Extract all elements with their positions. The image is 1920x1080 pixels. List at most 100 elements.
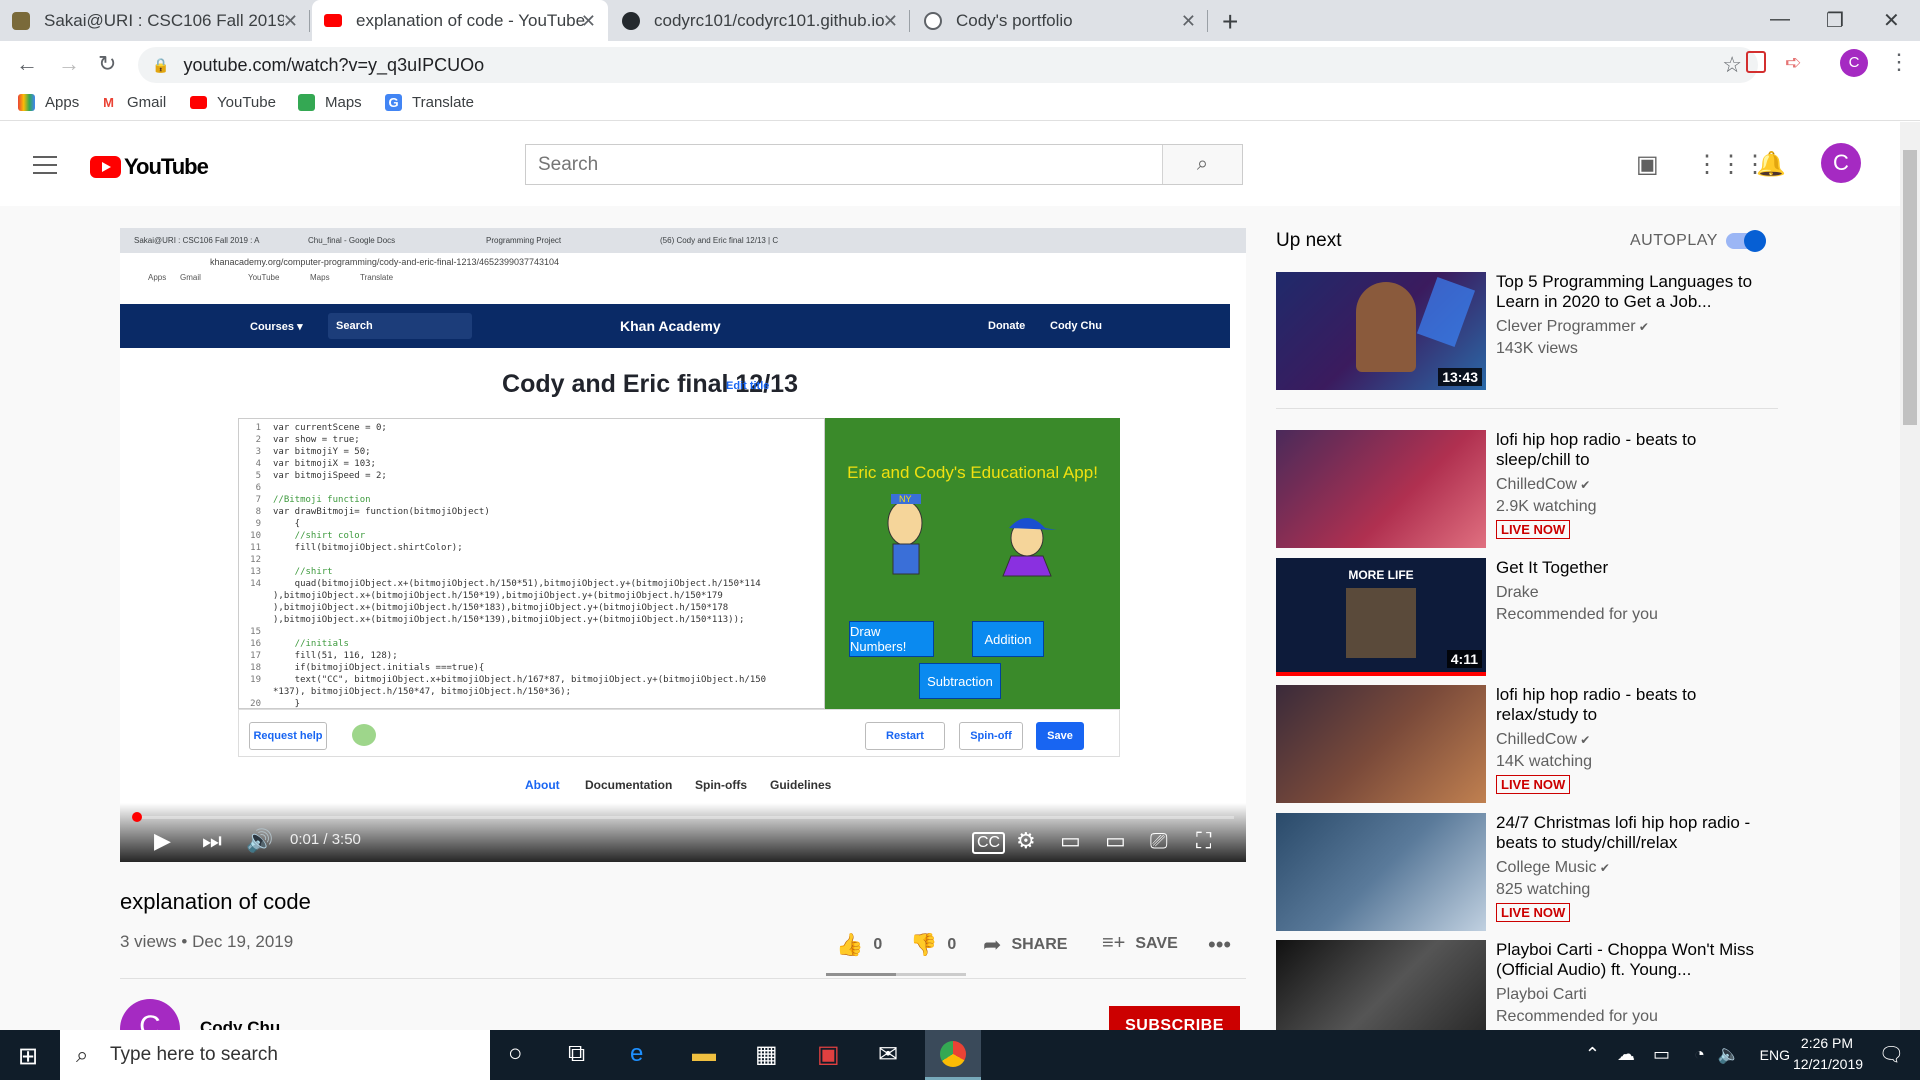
forward-icon[interactable]: → xyxy=(58,51,80,77)
tab-github[interactable]: codyrc101/codyrc101.github.io ✕ xyxy=(610,0,910,41)
dislike-button[interactable]: 👎 0 xyxy=(910,932,956,958)
pocket-extension-icon[interactable] xyxy=(1746,51,1766,73)
youtube-logo[interactable]: YouTube xyxy=(90,154,209,180)
more-actions-icon[interactable]: ••• xyxy=(1208,932,1231,958)
close-tab-icon[interactable]: ✕ xyxy=(283,11,298,32)
bookmark-apps[interactable]: Apps xyxy=(18,94,79,111)
action-center-icon[interactable]: 🗨 xyxy=(1879,1042,1904,1067)
mail-icon[interactable]: ✉ xyxy=(878,1040,898,1069)
tab-youtube[interactable]: explanation of code - YouTube ✕ xyxy=(312,0,608,41)
bookmark-star-icon[interactable]: ☆ xyxy=(1722,52,1742,78)
account-avatar[interactable]: C xyxy=(1821,143,1861,183)
recommended-video[interactable]: MORE LIFE 4:11 Get It Together Drake Rec… xyxy=(1276,558,1776,678)
tray-arrow-icon[interactable]: ⌃ xyxy=(1585,1044,1600,1065)
theater-mode-icon[interactable]: ▭ xyxy=(1105,828,1126,854)
new-tab-icon[interactable]: + xyxy=(1222,6,1238,38)
scrollbar-thumb[interactable] xyxy=(1903,150,1917,425)
tab-sakai[interactable]: Sakai@URI : CSC106 Fall 2019 : A ✕ xyxy=(0,0,310,41)
settings-gear-icon[interactable]: ⚙ xyxy=(1016,828,1036,854)
cortana-icon[interactable]: ○ xyxy=(508,1040,523,1068)
close-tab-icon[interactable]: ✕ xyxy=(883,11,898,32)
volume-icon[interactable]: 🔊 xyxy=(246,828,273,854)
captions-icon[interactable]: CC xyxy=(972,832,1006,854)
recommended-video[interactable]: Playboi Carti - Choppa Won't Miss (Offic… xyxy=(1276,940,1776,1030)
tab-separator xyxy=(909,10,910,32)
video-player[interactable]: Sakai@URI : CSC106 Fall 2019 : A Chu_fin… xyxy=(120,228,1246,862)
code-editor: 1 var currentScene = 0; 2 var show = true; 3… xyxy=(238,418,825,709)
miniplayer-icon[interactable]: ▭ xyxy=(1060,828,1081,854)
video-meta: 2.9K watching xyxy=(1496,498,1597,515)
play-icon[interactable]: ▶ xyxy=(154,828,171,854)
code-line: 8 var drawBitmoji= function(bitmojiObject… xyxy=(239,506,824,518)
share-button[interactable]: ➦ SHARE xyxy=(983,932,1067,958)
close-window-icon[interactable]: ✕ xyxy=(1883,8,1900,33)
tab-title: Sakai@URI : CSC106 Fall 2019 : A xyxy=(44,10,284,30)
video-thumbnail xyxy=(1276,940,1486,1030)
battery-icon[interactable]: ▭ xyxy=(1653,1044,1670,1065)
recommended-video[interactable]: lofi hip hop radio - beats to sleep/chil… xyxy=(1276,430,1776,550)
onedrive-icon[interactable]: ☁ xyxy=(1617,1044,1635,1065)
hat-text: NY xyxy=(899,494,912,504)
bookmark-translate[interactable]: G Translate xyxy=(385,94,474,111)
wifi-icon[interactable]: ◔ xyxy=(1694,1044,1705,1065)
search-input[interactable] xyxy=(526,145,1162,184)
video-channel: Playboi Carti xyxy=(1496,986,1587,1003)
video-channel: College Music ✔ xyxy=(1496,859,1610,876)
line-number: 6 xyxy=(255,483,261,493)
windows-start-icon[interactable]: ⊞ xyxy=(18,1042,38,1071)
divider xyxy=(120,978,1246,979)
line-number xyxy=(239,602,273,614)
recommended-video[interactable]: lofi hip hop radio - beats to relax/stud… xyxy=(1276,685,1776,805)
video-title: Playboi Carti - Choppa Won't Miss (Offic… xyxy=(1496,940,1755,979)
line-number xyxy=(239,686,273,698)
task-view-icon[interactable]: ⧉ xyxy=(568,1040,585,1068)
restore-icon[interactable]: ❐ xyxy=(1826,8,1844,33)
notifications-bell-icon[interactable]: 🔔 xyxy=(1756,150,1786,179)
volume-muted-icon[interactable]: 🔈 xyxy=(1718,1044,1740,1065)
bookmark-maps[interactable]: Maps xyxy=(298,94,362,111)
profile-avatar[interactable]: C xyxy=(1840,49,1868,77)
store-icon[interactable]: ▦ xyxy=(755,1040,778,1069)
recommended-video[interactable]: 24/7 Christmas lofi hip hop radio - beat… xyxy=(1276,813,1776,933)
tab-portfolio[interactable]: Cody's portfolio ✕ xyxy=(912,0,1208,41)
edge-icon[interactable]: e xyxy=(630,1040,643,1068)
create-video-icon[interactable]: ▣ xyxy=(1636,150,1659,179)
fullscreen-icon[interactable]: ⛶ xyxy=(1196,828,1211,854)
address-bar[interactable]: 🔒 youtube.com/watch?v=y_q3uIPCUOo ☆ xyxy=(138,47,1758,83)
autoplay-toggle[interactable] xyxy=(1726,230,1766,252)
chrome-taskbar-button[interactable] xyxy=(925,1030,981,1080)
tab-title: Cody's portfolio xyxy=(956,10,1073,30)
clock-time[interactable]: 2:26 PM xyxy=(1792,1035,1862,1051)
taskbar-search[interactable]: ⌕ Type here to search xyxy=(60,1030,490,1080)
language-indicator[interactable]: ENG xyxy=(1760,1047,1790,1063)
cast-icon[interactable]: ⎚ xyxy=(1150,828,1168,854)
bookmark-youtube[interactable]: YouTube xyxy=(190,94,276,111)
next-icon[interactable]: ⏭ xyxy=(202,828,222,854)
khan-brand: Khan Academy xyxy=(620,318,721,334)
close-tab-icon[interactable]: ✕ xyxy=(581,11,596,32)
save-to-playlist-button[interactable]: ≡+ SAVE xyxy=(1102,932,1178,955)
progress-scrubber[interactable] xyxy=(132,812,142,822)
bookmark-gmail[interactable]: M Gmail xyxy=(100,94,166,111)
translate-icon: G xyxy=(385,94,402,111)
reload-icon[interactable]: ↻ xyxy=(98,51,116,77)
close-tab-icon[interactable]: ✕ xyxy=(1181,11,1196,32)
browser-menu-icon[interactable]: ⋮ xyxy=(1888,49,1910,75)
hamburger-menu-icon[interactable] xyxy=(33,156,57,180)
tab-separator xyxy=(1207,10,1208,32)
search-button[interactable]: ⌕ xyxy=(1162,145,1242,184)
autoplay-label: AUTOPLAY xyxy=(1630,232,1718,249)
recommended-video[interactable]: 13:43 Top 5 Programming Languages to Lea… xyxy=(1276,272,1776,392)
extension-icon[interactable]: ➪ xyxy=(1785,50,1802,75)
line-text: ),bitmojiObject.x+(bitmojiObject.h/150*1… xyxy=(273,591,723,601)
like-button[interactable]: 👍 0 xyxy=(836,932,882,958)
minimize-icon[interactable]: — xyxy=(1770,8,1790,31)
progress-track[interactable] xyxy=(132,816,1234,819)
video-channel: Clever Programmer ✔ xyxy=(1496,318,1649,335)
clock-date[interactable]: 12/21/2019 xyxy=(1788,1056,1868,1072)
file-explorer-icon[interactable]: ▬ xyxy=(692,1040,716,1068)
back-icon[interactable]: ← xyxy=(16,51,38,77)
line-text: ),bitmojiObject.x+(bitmojiObject.h/150*1… xyxy=(273,603,729,613)
line-number: 3 xyxy=(255,447,261,457)
gift-app-icon[interactable]: ▣ xyxy=(817,1040,840,1069)
